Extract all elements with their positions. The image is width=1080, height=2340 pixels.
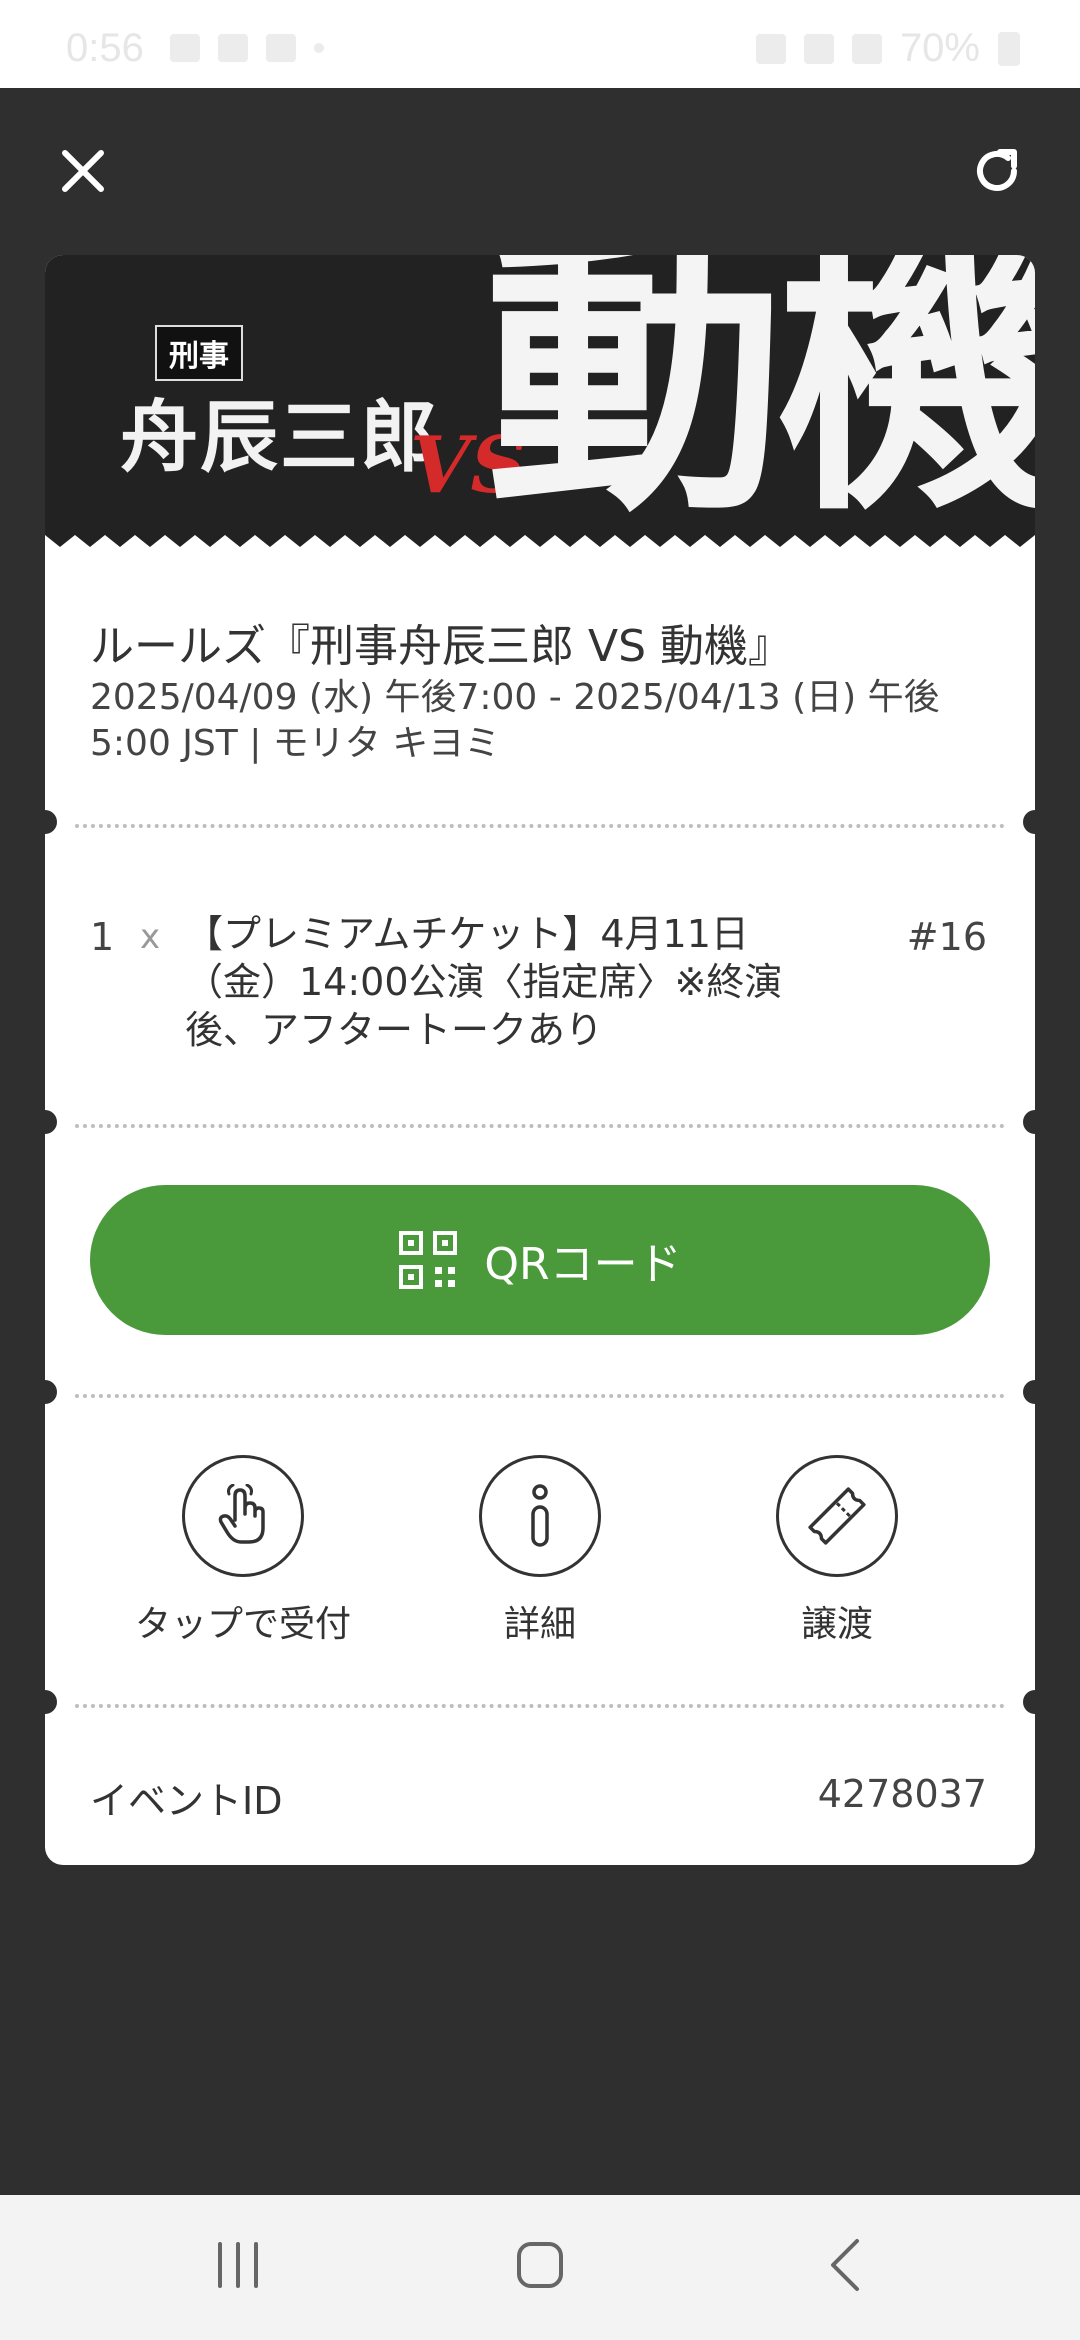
tap-to-check-in-button[interactable]: タップで受付 bbox=[123, 1455, 363, 1647]
qr-code-button[interactable]: QRコード bbox=[90, 1185, 990, 1335]
battery-icon bbox=[998, 31, 1020, 66]
qr-code-icon bbox=[399, 1231, 458, 1289]
event-title: ルールズ『刑事舟辰三郎 VS 動機』 bbox=[90, 621, 793, 672]
event-date-line2: 5:00 JST | モリタ キヨミ bbox=[90, 723, 501, 764]
event-id-value: 4278037 bbox=[817, 1772, 987, 1816]
notification-icons bbox=[170, 34, 324, 62]
refresh-button[interactable] bbox=[952, 126, 1042, 216]
transfer-button[interactable]: 譲渡 bbox=[717, 1455, 957, 1647]
event-date-line1: 2025/04/09 (水) 午後7:00 - 2025/04/13 (日) 午… bbox=[90, 677, 940, 718]
ticket-card: 刑事 舟辰三郎 VS 動機 ルールズ『刑事舟辰三郎 VS 動機』 2025/04… bbox=[33, 255, 1047, 1865]
dotted-separator bbox=[33, 1110, 1047, 1134]
tap-to-check-in-label: タップで受付 bbox=[134, 1604, 351, 1645]
event-date: 2025/04/09 (水) 午後7:00 - 2025/04/13 (日) 午… bbox=[90, 675, 990, 767]
banner-motive: 動機 bbox=[485, 255, 1035, 551]
youtube-icon bbox=[266, 34, 296, 62]
back-button[interactable] bbox=[800, 2225, 890, 2305]
tap-hand-icon bbox=[218, 1484, 265, 1544]
refresh-icon bbox=[977, 149, 1017, 191]
dotted-separator bbox=[33, 1380, 1047, 1404]
ticket-actions: タップで受付 詳細 譲渡 bbox=[45, 1455, 1035, 1645]
wifi-icon bbox=[803, 33, 834, 64]
banner-name: 舟辰三郎 bbox=[120, 392, 441, 483]
ticket-description: 【プレミアムチケット】4月11日（金）14:00公演〈指定席〉※終演後、アフター… bbox=[185, 912, 783, 1052]
details-label: 詳細 bbox=[503, 1604, 576, 1645]
info-icon bbox=[531, 1484, 549, 1547]
home-button[interactable] bbox=[495, 2225, 585, 2305]
close-icon bbox=[62, 150, 104, 192]
transfer-label: 譲渡 bbox=[800, 1604, 873, 1645]
details-button[interactable]: 詳細 bbox=[420, 1455, 660, 1647]
event-id-label: イベントID bbox=[90, 1779, 283, 1823]
dotted-separator bbox=[33, 810, 1047, 834]
notification-icon bbox=[170, 34, 200, 62]
event-banner-image: 刑事 舟辰三郎 VS 動機 bbox=[45, 255, 1035, 555]
more-dot-icon bbox=[314, 43, 324, 53]
banner-tag: 刑事 bbox=[155, 325, 243, 381]
system-navigation-bar bbox=[0, 2195, 1080, 2340]
recent-apps-button[interactable] bbox=[193, 2225, 283, 2305]
ticket-number: #16 bbox=[906, 915, 987, 959]
recent-apps-icon bbox=[218, 2242, 258, 2288]
status-time: 0:56 bbox=[66, 26, 144, 70]
mute-icon bbox=[755, 33, 786, 64]
dotted-separator bbox=[33, 1690, 1047, 1714]
status-bar: 0:56 70% bbox=[0, 0, 1080, 88]
top-bar bbox=[0, 88, 1080, 258]
qr-code-button-label: QRコード bbox=[484, 1239, 682, 1290]
close-button[interactable] bbox=[38, 126, 128, 216]
image-icon bbox=[218, 34, 248, 62]
quantity-times: x bbox=[140, 917, 161, 957]
ticket-quantity: 1 bbox=[90, 915, 115, 959]
system-icons: 70% bbox=[755, 26, 1020, 71]
signal-icon bbox=[851, 33, 882, 64]
ticket-transfer-icon bbox=[808, 1487, 866, 1545]
banner-zigzag-edge bbox=[45, 535, 1035, 559]
battery-percent: 70% bbox=[899, 26, 980, 70]
back-icon bbox=[831, 2239, 859, 2291]
home-icon bbox=[517, 2242, 563, 2288]
